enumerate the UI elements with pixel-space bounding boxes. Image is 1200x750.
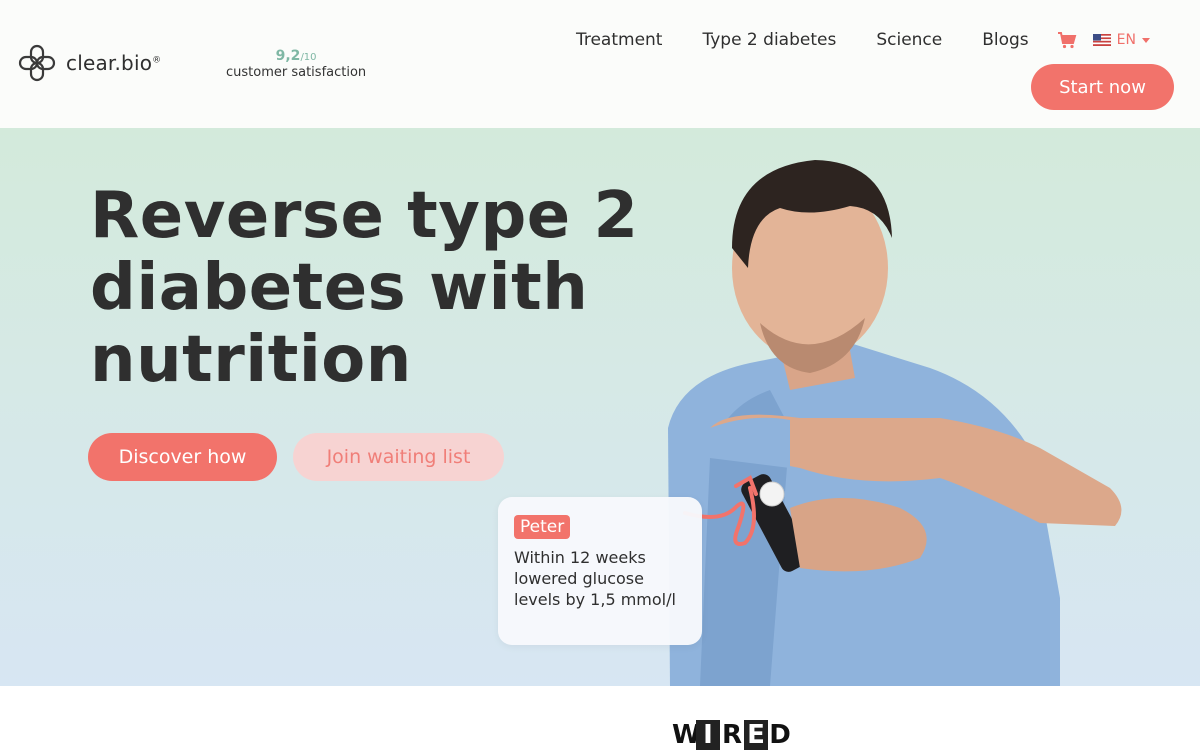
- main-nav: Treatment Type 2 diabetes Science Blogs …: [576, 30, 1150, 50]
- join-waiting-list-button[interactable]: Join waiting list: [293, 433, 504, 481]
- press-letter-r: R: [721, 720, 743, 750]
- hero-headline: Reverse type 2 diabetes with nutrition: [90, 179, 639, 397]
- press-logo-wired: WIRED: [672, 720, 792, 750]
- brand-name: clear.bio®: [66, 51, 162, 75]
- nav-item-science[interactable]: Science: [876, 30, 942, 50]
- rating-score: 9,2/10: [275, 48, 317, 64]
- satisfaction-rating: 9,2/10 customer satisfaction: [226, 48, 366, 80]
- press-letter-w: W: [672, 720, 701, 750]
- language-selector[interactable]: EN: [1092, 32, 1150, 48]
- hero-photo-man-with-glucose-sensor: [668, 160, 1122, 686]
- rating-label: customer satisfaction: [226, 65, 367, 80]
- press-letter-i: I: [696, 720, 720, 750]
- testimonial-card: Peter Within 12 weeks lowered glucose le…: [498, 497, 702, 645]
- discover-how-button[interactable]: Discover how: [88, 433, 277, 481]
- chevron-down-icon: [1142, 37, 1150, 43]
- cart-icon[interactable]: [1057, 31, 1077, 49]
- brand-logo[interactable]: clear.bio®: [18, 44, 161, 82]
- language-code: EN: [1116, 32, 1136, 48]
- nav-item-type-2-diabetes[interactable]: Type 2 diabetes: [702, 30, 836, 50]
- nav-item-blogs[interactable]: Blogs: [982, 30, 1028, 50]
- us-flag-icon: [1092, 34, 1111, 46]
- press-letter-e: E: [744, 720, 768, 750]
- clear-bio-logo-icon: [18, 44, 56, 82]
- nav-item-treatment[interactable]: Treatment: [576, 30, 663, 50]
- hero-section: Reverse type 2 diabetes with nutrition D…: [0, 128, 1200, 686]
- testimonial-name-badge: Peter: [514, 515, 571, 539]
- start-now-button[interactable]: Start now: [1031, 64, 1174, 110]
- site-header: clear.bio® 9,2/10 customer satisfaction …: [0, 0, 1200, 128]
- testimonial-text: Within 12 weeks lowered glucose levels b…: [514, 548, 676, 609]
- press-letter-d: D: [769, 720, 791, 750]
